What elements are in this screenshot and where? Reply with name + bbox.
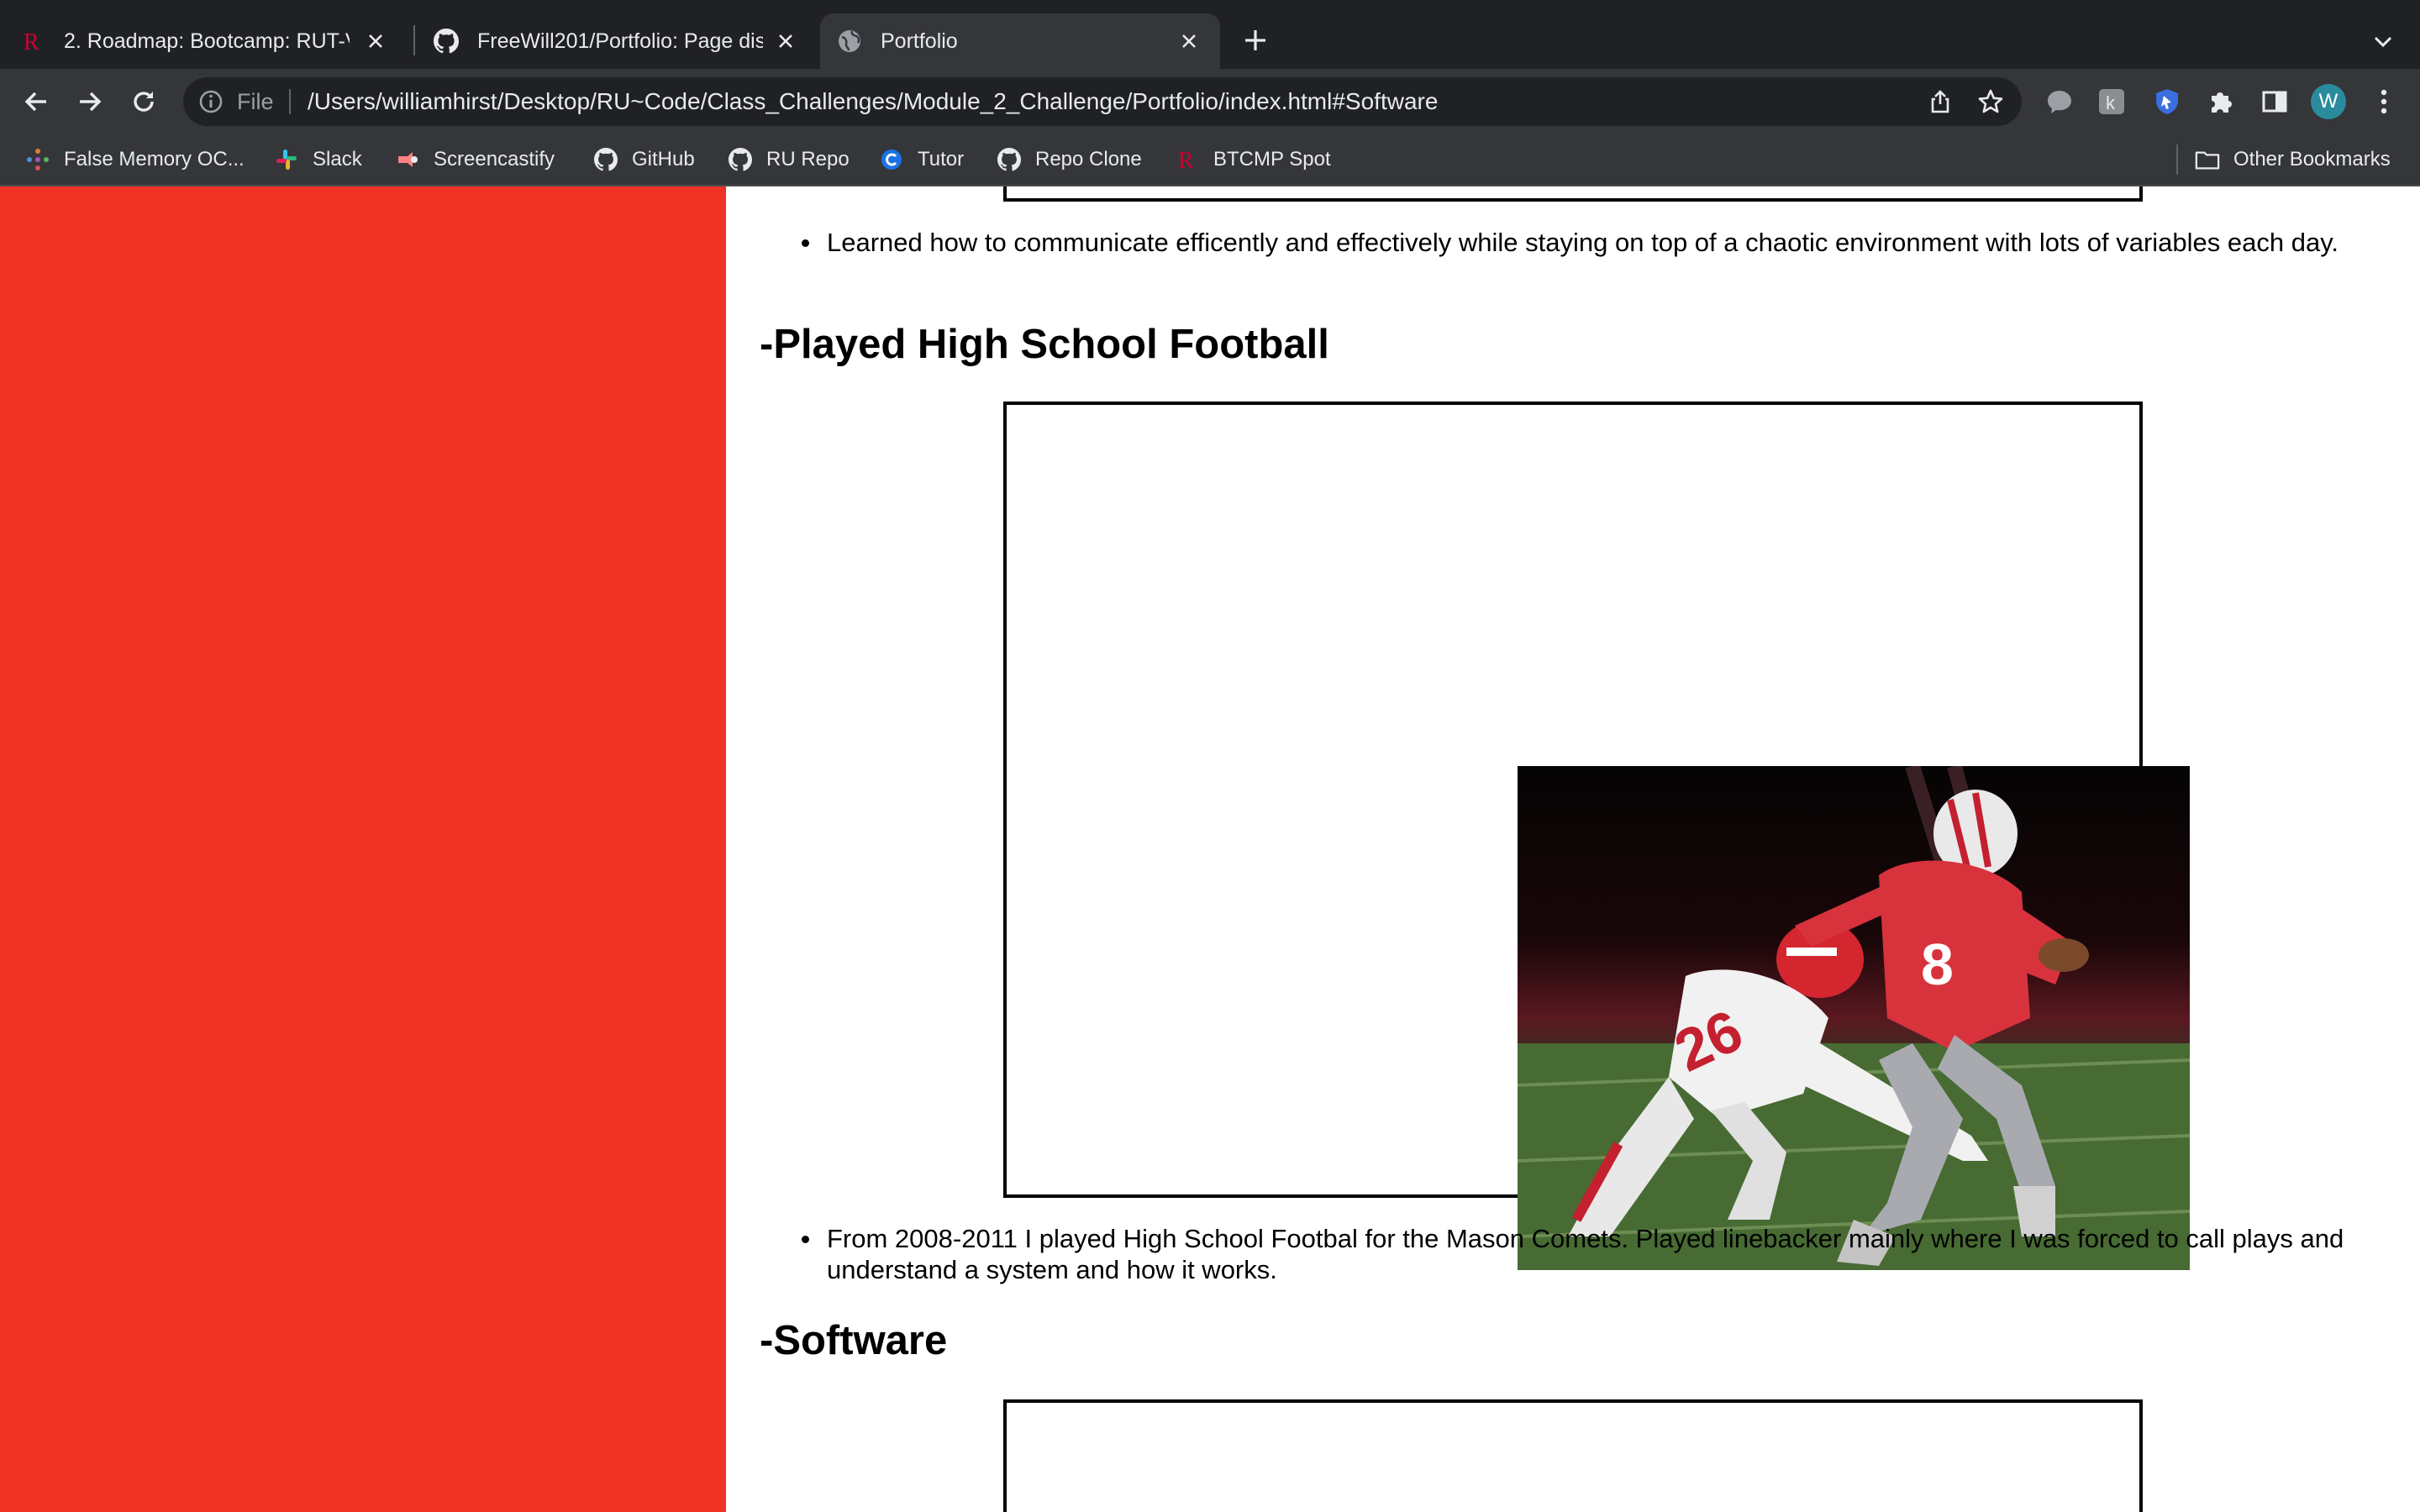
slack-icon (274, 147, 299, 172)
other-bookmarks-folder[interactable]: Other Bookmarks (2195, 143, 2391, 176)
screencastify-icon (395, 147, 420, 172)
new-tab-plus-icon[interactable] (1237, 22, 1274, 59)
side-panel-icon[interactable] (2259, 86, 2291, 118)
chevron-down-icon[interactable] (2366, 25, 2400, 59)
github-icon (593, 147, 618, 172)
scheme-label: File (237, 89, 274, 114)
forward-arrow-icon[interactable] (72, 84, 108, 119)
bookmark-false-memory[interactable]: False Memory OC... (25, 143, 245, 176)
tab-github-portfolio[interactable]: FreeWill201/Portfolio: Page disp (434, 13, 817, 69)
k-extension-icon[interactable]: k (2096, 86, 2128, 118)
list-item: From 2008-2011 I played High School Foot… (802, 1223, 2407, 1285)
bookmark-ru-repo[interactable]: RU Repo (728, 143, 850, 176)
bookmarks-bar: False Memory OC... Slack Screencastify G… (0, 133, 2420, 186)
tab-label: Portfolio (881, 29, 958, 53)
bookmark-label: Other Bookmarks (2233, 148, 2391, 171)
speech-bubble-extension-icon[interactable] (2044, 86, 2075, 118)
rutgers-r-icon: R (20, 29, 45, 54)
puzzle-extensions-icon[interactable] (2205, 86, 2237, 118)
back-arrow-icon[interactable] (18, 84, 54, 119)
dots-icon (25, 147, 50, 172)
bookmark-tutor[interactable]: Tutor (879, 143, 964, 176)
profile-avatar[interactable]: W (2311, 84, 2346, 119)
bookmark-btcmp-spot[interactable]: R BTCMP Spot (1175, 143, 1331, 176)
image-frame-previous (1003, 186, 2143, 202)
omnibox-separator (289, 89, 291, 114)
bookmark-github[interactable]: GitHub (593, 143, 695, 176)
bookmark-label: GitHub (632, 148, 695, 171)
tab-roadmap[interactable]: R 2. Roadmap: Bootcamp: RUT-V (20, 13, 407, 69)
close-icon[interactable] (1175, 27, 1203, 55)
bookmark-label: RU Repo (766, 148, 850, 171)
image-frame-football: 26 8 (1003, 402, 2190, 1270)
bookmark-slack[interactable]: Slack (274, 143, 362, 176)
address-bar[interactable]: File /Users/williamhirst/Desktop/RU~Code… (183, 77, 2022, 126)
svg-text:k: k (2106, 92, 2116, 113)
svg-text:8: 8 (1921, 932, 1954, 997)
github-icon (997, 147, 1022, 172)
bookmark-label: False Memory OC... (64, 148, 245, 171)
bookmark-star-icon[interactable] (1976, 87, 2005, 116)
tab-strip: R 2. Roadmap: Bootcamp: RUT-V FreeWill20… (0, 0, 2420, 69)
bookmark-label: Slack (313, 148, 362, 171)
bookmark-label: Repo Clone (1035, 148, 1142, 171)
tab-portfolio[interactable]: Portfolio (820, 13, 1220, 69)
bookmark-screencastify[interactable]: Screencastify (395, 143, 555, 176)
tab-separator (413, 25, 415, 55)
more-vert-icon[interactable] (2368, 86, 2400, 118)
tab-label: 2. Roadmap: Bootcamp: RUT-V (64, 29, 350, 53)
tab-label: FreeWill201/Portfolio: Page disp (477, 29, 763, 53)
shield-extension-icon[interactable] (2151, 86, 2183, 118)
github-icon (728, 147, 753, 172)
globe-icon (837, 29, 862, 54)
section-heading-software: -Software (760, 1318, 948, 1363)
tutor-icon (879, 147, 904, 172)
svg-text:R: R (1178, 148, 1194, 172)
rutgers-r-icon: R (1175, 147, 1200, 172)
browser-toolbar: File /Users/williamhirst/Desktop/RU~Code… (0, 69, 2420, 133)
image-frame-software (1003, 1399, 2143, 1512)
svg-text:R: R (24, 29, 39, 54)
github-icon (434, 29, 459, 54)
red-sidebar (0, 186, 726, 1512)
list-item: Learned how to communicate efficently an… (802, 227, 2398, 258)
bookmark-label: Screencastify (434, 148, 555, 171)
main-content: Learned how to communicate efficently an… (726, 186, 2420, 1512)
bookmark-repo-clone[interactable]: Repo Clone (997, 143, 1142, 176)
bookmark-label: Tutor (918, 148, 965, 171)
bookmark-label: BTCMP Spot (1213, 148, 1331, 171)
close-icon[interactable] (771, 27, 800, 55)
reload-icon[interactable] (126, 84, 161, 119)
share-icon[interactable] (1928, 89, 1953, 114)
close-icon[interactable] (361, 27, 390, 55)
football-photo: 26 8 (1518, 766, 2190, 1270)
section-heading-football: -Played High School Football (760, 322, 1329, 367)
bookmark-divider (2176, 144, 2178, 175)
url-text[interactable]: /Users/williamhirst/Desktop/RU~Code/Clas… (308, 88, 1438, 115)
page-viewport[interactable]: Learned how to communicate efficently an… (0, 186, 2420, 1512)
folder-icon (2195, 147, 2220, 172)
info-icon[interactable] (198, 89, 224, 114)
